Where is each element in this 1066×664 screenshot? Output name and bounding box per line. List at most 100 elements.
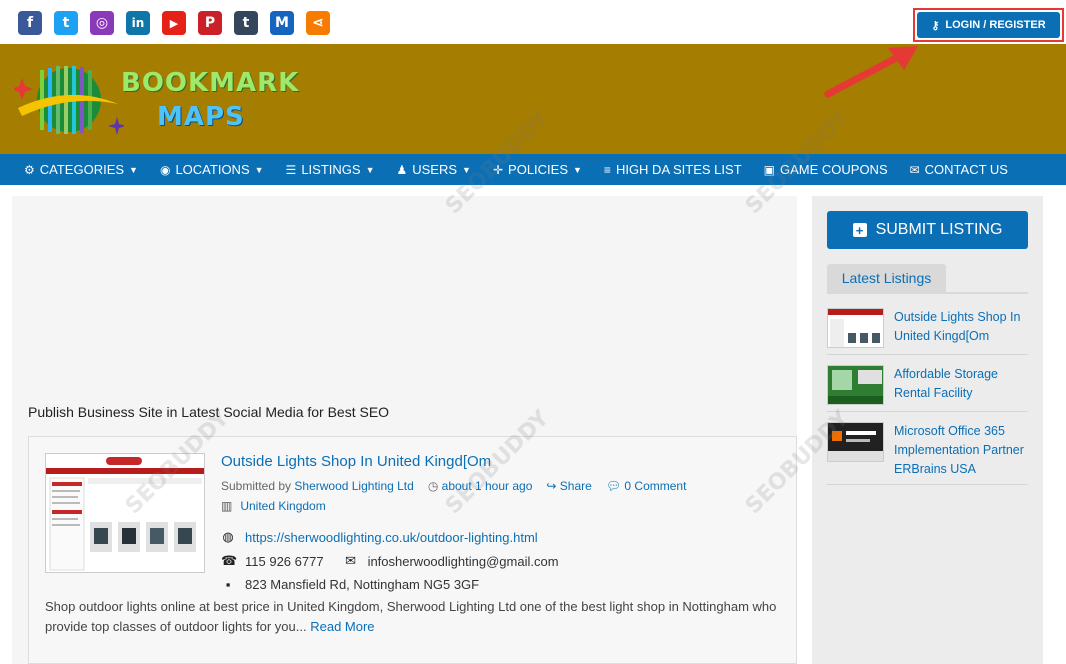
login-register-button[interactable]: ⚷ LOGIN / REGISTER bbox=[917, 12, 1060, 38]
share-icon[interactable]: ⋖ bbox=[306, 11, 330, 35]
location-link[interactable]: United Kingdom bbox=[240, 499, 325, 513]
latest-thumbnail bbox=[827, 422, 884, 462]
submitted-prefix: Submitted by bbox=[221, 479, 292, 493]
globe-icon: ◍ bbox=[222, 529, 234, 544]
tumblr-glyph: t bbox=[242, 15, 250, 31]
latest-item-title[interactable]: Affordable Storage Rental Facility bbox=[894, 365, 1028, 405]
latest-item[interactable]: Affordable Storage Rental Facility bbox=[827, 365, 1028, 412]
nav-label: LISTINGS bbox=[301, 162, 361, 177]
address-text: 823 Mansfield Rd, Nottingham NG5 3GF bbox=[245, 577, 480, 592]
phone-number: 115 926 6777 bbox=[245, 553, 324, 569]
top-bar: f t ◎ in ▶ P t M ⋖ ⚷ LOGIN / REGISTER bbox=[0, 0, 1066, 44]
nav-label: GAME COUPONS bbox=[779, 162, 888, 177]
clock-icon: ◷ bbox=[427, 479, 439, 493]
nav-label: POLICIES bbox=[508, 162, 568, 177]
pinterest-icon[interactable]: P bbox=[198, 11, 222, 35]
medium-icon[interactable]: M bbox=[270, 11, 294, 35]
listing-location: ▥ United Kingdom bbox=[221, 499, 326, 513]
listing-screenshot-image bbox=[46, 454, 204, 571]
contact-row: ☎ 115 926 6777 ✉ infosherwoodlighting@gm… bbox=[221, 553, 559, 569]
read-more-link[interactable]: Read More bbox=[310, 619, 374, 634]
share-label: Share bbox=[559, 479, 592, 493]
plus-square-icon: + bbox=[852, 223, 867, 237]
section-title: Publish Business Site in Latest Social M… bbox=[28, 404, 390, 420]
latest-divider bbox=[827, 292, 1028, 294]
site-logo[interactable]: BOOKMARK MAPS bbox=[11, 64, 298, 136]
nav-game-coupons[interactable]: ▣ GAME COUPONS bbox=[764, 162, 888, 177]
linkedin-glyph: in bbox=[131, 16, 145, 30]
email-address: infosherwoodlighting@gmail.com bbox=[367, 553, 559, 569]
listing-meta: Submitted by Sherwood Lighting Ltd ◷ abo… bbox=[221, 479, 686, 493]
nav-contact-us[interactable]: ✉ CONTACT US bbox=[910, 162, 1008, 177]
coupon-icon: ▣ bbox=[763, 162, 775, 177]
website-link[interactable]: https://sherwoodlighting.co.uk/outdoor-l… bbox=[245, 530, 538, 545]
phone-icon: ☎ bbox=[221, 553, 238, 568]
pinterest-glyph: P bbox=[204, 15, 216, 31]
submit-listing-button[interactable]: + SUBMIT LISTING bbox=[827, 211, 1028, 249]
share-arrow-icon: ↪ bbox=[546, 479, 557, 493]
key-icon: ⚷ bbox=[931, 19, 940, 32]
description-text: Shop outdoor lights online at best price… bbox=[45, 599, 777, 634]
login-highlight: ⚷ LOGIN / REGISTER bbox=[913, 8, 1064, 42]
nav-categories[interactable]: ⚙ CATEGORIES ▼ bbox=[24, 162, 138, 177]
globe-icon: ◉ bbox=[159, 162, 171, 177]
caret-down-icon: ▼ bbox=[462, 164, 471, 175]
caret-down-icon: ▼ bbox=[573, 164, 582, 175]
latest-thumbnail bbox=[827, 365, 884, 405]
time-link[interactable]: about 1 hour ago bbox=[442, 479, 533, 493]
email-icon: ✉ bbox=[345, 553, 357, 568]
nav-locations[interactable]: ◉ LOCATIONS ▼ bbox=[160, 162, 264, 177]
listing-thumbnail[interactable] bbox=[45, 453, 205, 573]
latest-item-title[interactable]: Microsoft Office 365 Implementation Part… bbox=[894, 422, 1028, 478]
latest-thumbnail bbox=[827, 308, 884, 348]
instagram-glyph: ◎ bbox=[95, 15, 109, 31]
instagram-icon[interactable]: ◎ bbox=[90, 11, 114, 35]
comment-link[interactable]: 💬︎ 0 Comment bbox=[606, 479, 687, 493]
author-link[interactable]: Sherwood Lighting Ltd bbox=[294, 479, 413, 493]
logo-globe-icon bbox=[11, 66, 126, 135]
login-register-label: LOGIN / REGISTER bbox=[945, 19, 1046, 31]
nav-label: CATEGORIES bbox=[39, 162, 125, 177]
comment-icon: 💬︎ bbox=[605, 479, 622, 493]
listing-description: Shop outdoor lights online at best price… bbox=[45, 597, 785, 637]
facebook-glyph: f bbox=[26, 15, 34, 31]
list-icon: ☰ bbox=[285, 162, 297, 177]
listing-title-link[interactable]: Outside Lights Shop In United Kingd[Om bbox=[221, 453, 491, 470]
chevron-down-icon: ▼ bbox=[254, 164, 264, 175]
text-icon: ≡ bbox=[603, 162, 611, 177]
tumblr-icon[interactable]: t bbox=[234, 11, 258, 35]
comment-count: 0 Comment bbox=[624, 479, 687, 493]
nav-label: HIGH DA SITES LIST bbox=[615, 162, 742, 177]
nav-listings[interactable]: ☰ LISTINGS ▼ bbox=[286, 162, 375, 177]
latest-item-title[interactable]: Outside Lights Shop In United Kingd[Om bbox=[894, 308, 1028, 348]
medium-glyph: M bbox=[275, 15, 289, 31]
linkedin-icon[interactable]: in bbox=[126, 11, 150, 35]
latest-item[interactable]: Outside Lights Shop In United Kingd[Om bbox=[827, 308, 1028, 355]
share-link[interactable]: ↪ Share bbox=[546, 479, 591, 493]
nav-high-da-sites[interactable]: ≡ HIGH DA SITES LIST bbox=[604, 162, 742, 177]
social-icons: f t ◎ in ▶ P t M ⋖ bbox=[18, 11, 330, 35]
nav-label: USERS bbox=[412, 162, 458, 177]
caret-down-icon: ▼ bbox=[365, 164, 375, 175]
submitted-by: Submitted by Sherwood Lighting Ltd bbox=[221, 479, 414, 493]
crosshair-icon: ✛ bbox=[492, 162, 504, 177]
twitter-icon[interactable]: t bbox=[54, 11, 78, 35]
nav-users[interactable]: ♟ USERS ▼ bbox=[396, 162, 470, 177]
latest-item[interactable]: Microsoft Office 365 Implementation Part… bbox=[827, 422, 1028, 485]
youtube-icon[interactable]: ▶ bbox=[162, 11, 186, 35]
share-glyph: ⋖ bbox=[312, 15, 324, 31]
map-icon: ▥ bbox=[221, 499, 233, 513]
youtube-glyph: ▶ bbox=[169, 16, 179, 30]
facebook-icon[interactable]: f bbox=[18, 11, 42, 35]
listing-card: Outside Lights Shop In United Kingd[Om S… bbox=[28, 436, 797, 664]
address-card-icon: ▪ bbox=[225, 577, 231, 592]
chevron-down-icon: ▼ bbox=[129, 164, 138, 175]
envelope-icon: ✉ bbox=[909, 162, 920, 177]
website-row: ◍ https://sherwoodlighting.co.uk/outdoor… bbox=[221, 529, 538, 545]
main-content: Publish Business Site in Latest Social M… bbox=[12, 196, 797, 664]
logo-text-maps: MAPS bbox=[157, 102, 245, 132]
twitter-glyph: t bbox=[62, 15, 70, 31]
nav-label: CONTACT US bbox=[924, 162, 1008, 177]
nav-policies[interactable]: ✛ POLICIES ▼ bbox=[493, 162, 582, 177]
address-row: ▪ 823 Mansfield Rd, Nottingham NG5 3GF bbox=[221, 577, 479, 592]
